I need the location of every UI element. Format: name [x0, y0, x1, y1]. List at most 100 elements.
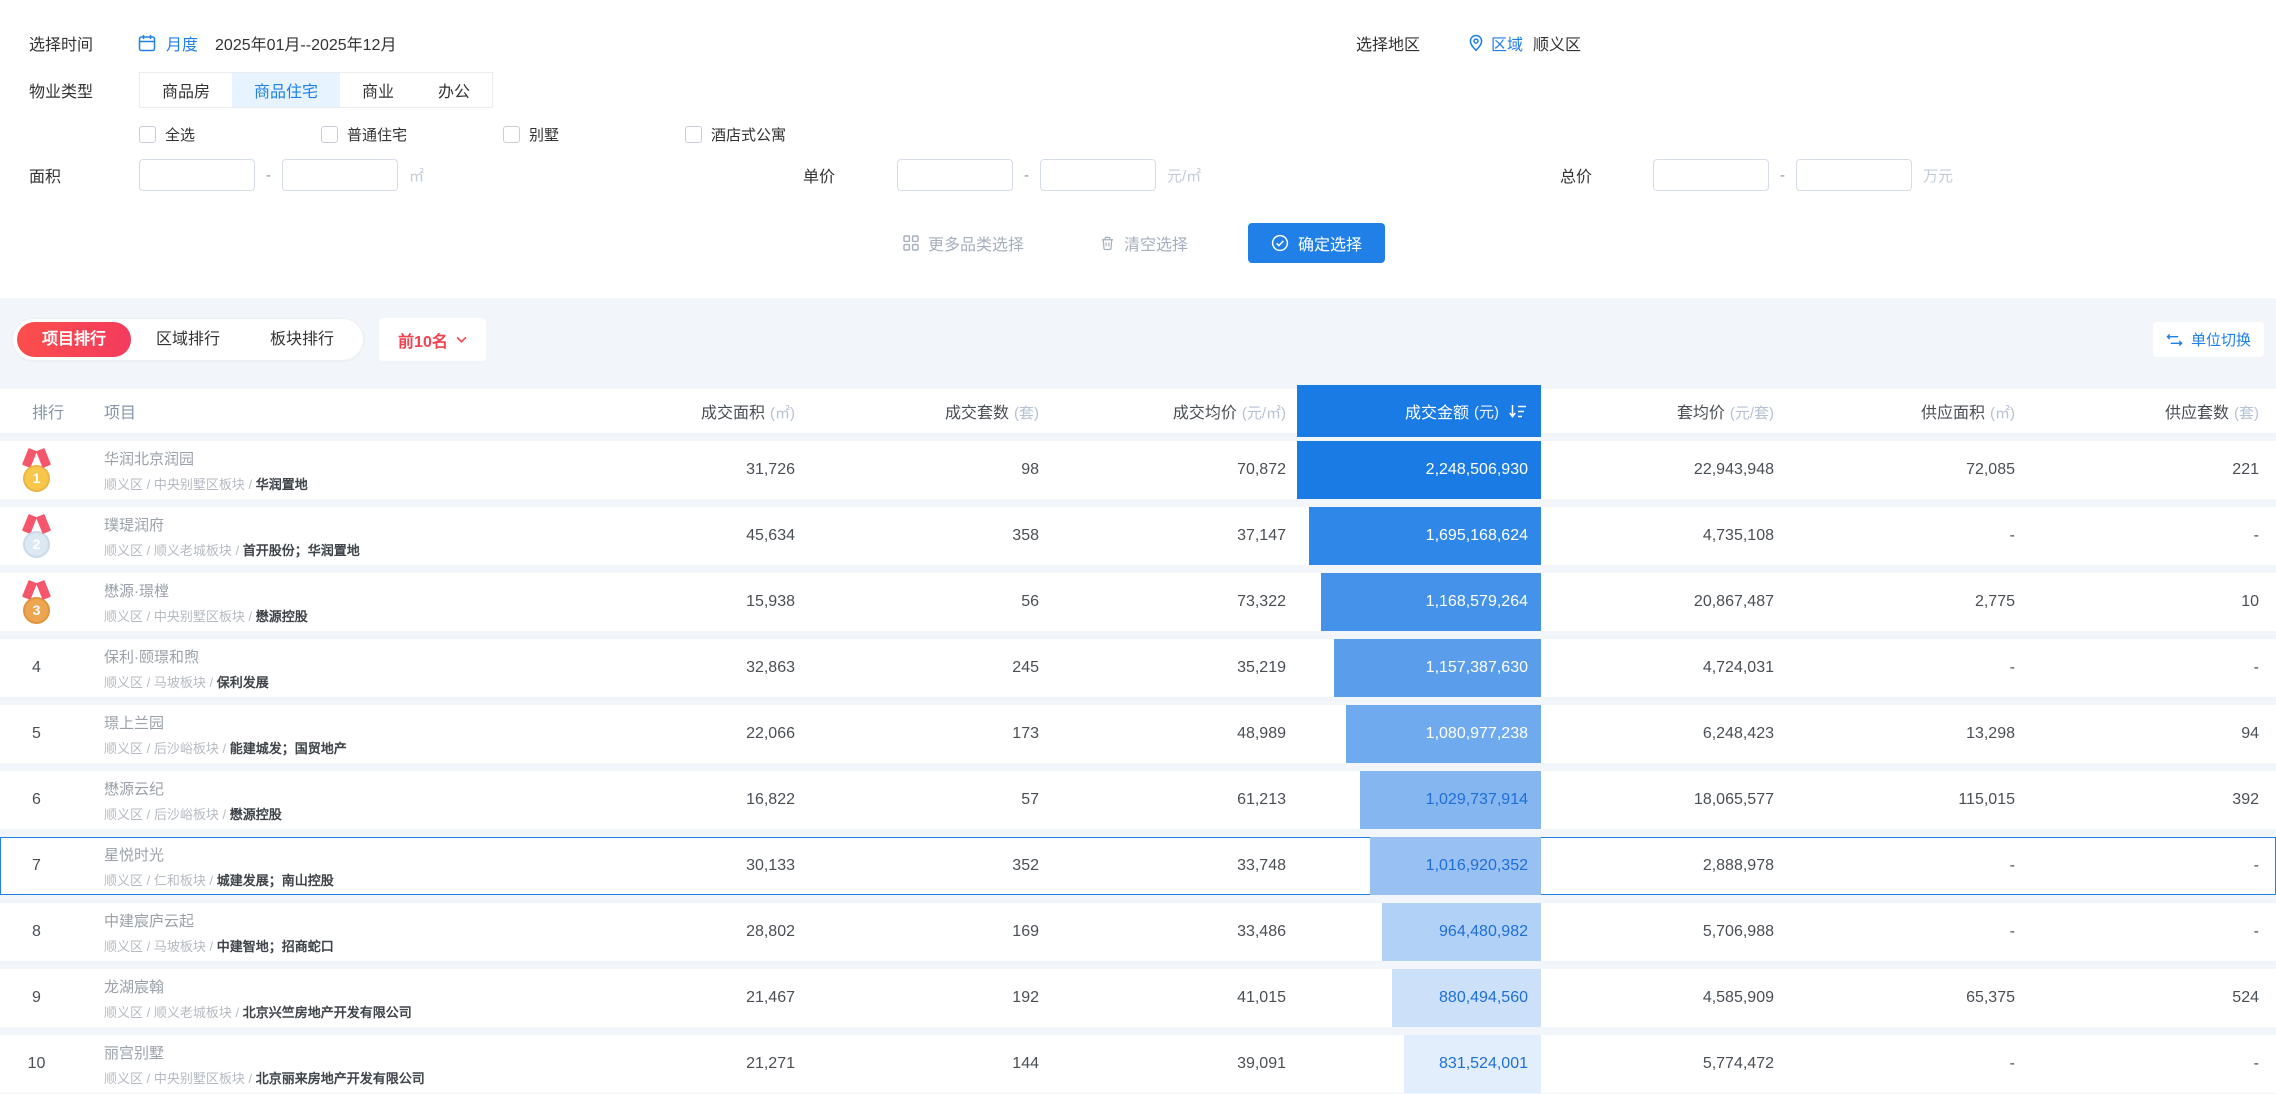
swap-arrows-icon [2166, 333, 2183, 347]
ranking-tab-1[interactable]: 区域排行 [131, 322, 245, 357]
unit-price-min-input[interactable] [897, 159, 1013, 191]
filter-actions-row: 更多品类选择 清空选择 确定选择 [0, 223, 2276, 263]
table-row[interactable]: 4 4 保利·颐璟和煦 顺义区 / 马坡板块 / 保利发展 32,863 245… [0, 639, 2276, 697]
property-type-row: 物业类型 商品房商品住宅商业办公 [0, 72, 2276, 108]
region-scope-selector[interactable]: 区域 [1491, 31, 1523, 55]
table-row[interactable]: 3 3 懋源·璟樘 顺义区 / 中央别墅区板块 / 懋源控股 15,938 56… [0, 573, 2276, 631]
table-row[interactable]: 1 1 华润北京润园 顺义区 / 中央别墅区板块 / 华润置地 31,726 9… [0, 441, 2276, 499]
cell-deal-units: 56 [795, 593, 1039, 611]
unit-price-max-input[interactable] [1040, 159, 1156, 191]
cell-supply-units: 221 [2015, 461, 2276, 479]
deal-amount-value: 2,248,506,930 [1426, 461, 1528, 479]
calendar-icon[interactable] [138, 34, 156, 52]
cell-deal-amount: 2,248,506,930 [1297, 441, 1541, 499]
checkbox-icon[interactable] [503, 126, 520, 143]
cell-deal-area: 31,726 [545, 461, 795, 479]
deal-amount-bar: 1,695,168,624 [1309, 507, 1541, 565]
project-developer: 首开股份；华润置地 [243, 543, 360, 558]
checkbox-icon[interactable] [685, 126, 702, 143]
total-price-min-input[interactable] [1653, 159, 1769, 191]
checkbox-icon[interactable] [139, 126, 156, 143]
project-developer: 懋源控股 [230, 807, 282, 822]
property-checkbox-2[interactable]: 别墅 [503, 124, 685, 145]
table-row[interactable]: 9 9 龙湖宸翰 顺义区 / 顺义老城板块 / 北京兴竺房地产开发有限公司 21… [0, 969, 2276, 1027]
col-header-deal-amount-sorted[interactable]: 成交金额(元) [1297, 385, 1541, 437]
deal-amount-bar: 1,016,920,352 [1370, 837, 1541, 895]
col-header-project: 项目 [100, 399, 545, 423]
col-header-deal-units: 成交套数(套) [795, 399, 1039, 423]
project-name: 龙湖宸翰 [104, 976, 545, 997]
project-developer: 懋源控股 [256, 609, 308, 624]
range-filters-row: 面积 - ㎡ 单价 - 元/㎡ 总价 - 万元 [0, 158, 2276, 192]
clear-selection-button[interactable]: 清空选择 [1100, 227, 1188, 259]
more-categories-button[interactable]: 更多品类选择 [903, 227, 1024, 259]
region-value[interactable]: 顺义区 [1533, 31, 1581, 55]
cell-supply-area: - [1774, 923, 2015, 941]
cell-deal-amount: 1,016,920,352 [1297, 837, 1541, 895]
deal-amount-value: 1,016,920,352 [1426, 857, 1528, 875]
cell-avg-total-price: 18,065,577 [1541, 791, 1774, 809]
checkbox-icon[interactable] [321, 126, 338, 143]
area-min-input[interactable] [139, 159, 255, 191]
unit-price-unit-label: 元/㎡ [1167, 165, 1201, 186]
cell-deal-avg-price: 33,748 [1039, 857, 1297, 875]
deal-amount-value: 1,080,977,238 [1426, 725, 1528, 743]
rank-number: 4 [23, 659, 50, 677]
region-filter-group: 选择地区 区域 顺义区 [1356, 26, 1581, 60]
time-mode-selector[interactable]: 月度 [166, 31, 198, 55]
property-type-tab-0[interactable]: 商品房 [140, 73, 232, 107]
table-row[interactable]: 6 6 懋源云纪 顺义区 / 后沙峪板块 / 懋源控股 16,822 57 61… [0, 771, 2276, 829]
confirm-selection-button[interactable]: 确定选择 [1248, 223, 1385, 263]
project-developer: 北京丽来房地产开发有限公司 [256, 1071, 425, 1086]
cell-deal-amount: 880,494,560 [1297, 969, 1541, 1027]
project-location: 顺义区 / 中央别墅区板块 / [104, 1071, 252, 1086]
table-row[interactable]: 8 8 中建宸庐云起 顺义区 / 马坡板块 / 中建智地；招商蛇口 28,802… [0, 903, 2276, 961]
property-checkbox-group: 全选普通住宅别墅酒店式公寓 [139, 122, 2276, 146]
ranking-tab-0[interactable]: 项目排行 [17, 322, 131, 357]
project-developer: 北京兴竺房地产开发有限公司 [243, 1005, 412, 1020]
unit-switch-button[interactable]: 单位切换 [2153, 322, 2264, 357]
deal-amount-bar: 831,524,001 [1404, 1035, 1541, 1093]
property-type-tab-1[interactable]: 商品住宅 [232, 73, 340, 107]
property-checkbox-0[interactable]: 全选 [139, 124, 321, 145]
cell-deal-area: 22,066 [545, 725, 795, 743]
col-header-supply-area: 供应面积(㎡) [1774, 399, 2015, 423]
table-row[interactable]: 5 5 璟上兰园 顺义区 / 后沙峪板块 / 能建城发；国贸地产 22,066 … [0, 705, 2276, 763]
project-name: 璟上兰园 [104, 712, 545, 733]
bronze-medal-icon: 3 [23, 581, 50, 624]
deal-amount-value: 1,168,579,264 [1426, 593, 1528, 611]
ranking-tab-2[interactable]: 板块排行 [245, 322, 359, 357]
property-checkbox-3[interactable]: 酒店式公寓 [685, 124, 867, 145]
total-price-max-input[interactable] [1796, 159, 1912, 191]
project-location: 顺义区 / 马坡板块 / [104, 939, 213, 954]
cell-deal-avg-price: 33,486 [1039, 923, 1297, 941]
table-row[interactable]: 2 2 璞瑅润府 顺义区 / 顺义老城板块 / 首开股份；华润置地 45,634… [0, 507, 2276, 565]
cell-deal-amount: 1,168,579,264 [1297, 573, 1541, 631]
location-pin-icon[interactable] [1468, 34, 1484, 52]
deal-amount-bar: 1,029,737,914 [1360, 771, 1541, 829]
property-type-tab-3[interactable]: 办公 [416, 73, 492, 107]
property-type-tab-2[interactable]: 商业 [340, 73, 416, 107]
cell-deal-area: 21,271 [545, 1055, 795, 1073]
deal-amount-value: 1,695,168,624 [1426, 527, 1528, 545]
rank-number: 9 [23, 989, 50, 1007]
cell-deal-units: 57 [795, 791, 1039, 809]
table-row[interactable]: 10 10 丽宫别墅 顺义区 / 中央别墅区板块 / 北京丽来房地产开发有限公司… [0, 1035, 2276, 1093]
cell-deal-avg-price: 39,091 [1039, 1055, 1297, 1073]
confirm-selection-label: 确定选择 [1298, 231, 1362, 255]
deal-amount-bar: 964,480,982 [1382, 903, 1541, 961]
area-max-input[interactable] [282, 159, 398, 191]
top-n-dropdown[interactable]: 前10名 [379, 318, 486, 361]
table-row[interactable]: 7 7 星悦时光 顺义区 / 仁和板块 / 城建发展；南山控股 30,133 3… [0, 837, 2276, 895]
more-categories-label: 更多品类选择 [928, 231, 1024, 255]
chevron-down-icon [456, 336, 467, 343]
deal-amount-value: 1,029,737,914 [1426, 791, 1528, 809]
deal-amount-bar: 1,168,579,264 [1321, 573, 1541, 631]
deal-amount-bar: 880,494,560 [1392, 969, 1541, 1027]
project-name: 中建宸庐云起 [104, 910, 545, 931]
property-checkbox-1[interactable]: 普通住宅 [321, 124, 503, 145]
time-range-value[interactable]: 2025年01月--2025年12月 [215, 31, 396, 55]
trash-icon [1100, 235, 1115, 251]
project-location: 顺义区 / 顺义老城板块 / [104, 543, 239, 558]
unit-price-range-label: 单价 [803, 163, 835, 187]
